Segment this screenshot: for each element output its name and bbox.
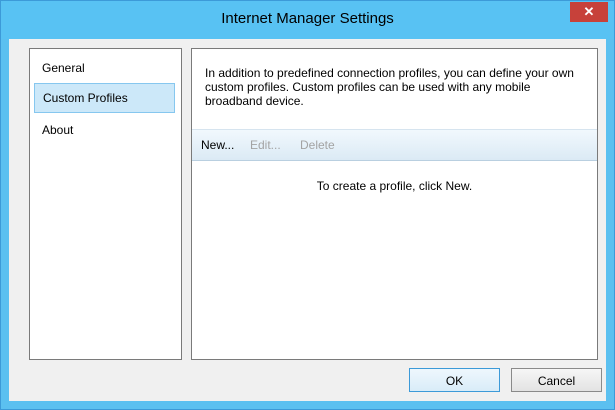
- nav-item-about[interactable]: About: [34, 115, 175, 145]
- nav-item-label: Custom Profiles: [43, 91, 128, 105]
- close-button[interactable]: ✕: [570, 2, 608, 22]
- panel-description: In addition to predefined connection pro…: [205, 66, 574, 108]
- close-icon: ✕: [583, 4, 595, 19]
- ok-button[interactable]: OK: [409, 368, 500, 392]
- nav-item-general[interactable]: General: [34, 53, 175, 83]
- dialog-body: General Custom Profiles About In additio…: [9, 39, 606, 401]
- cancel-button[interactable]: Cancel: [511, 368, 602, 392]
- window-title: Internet Manager Settings: [221, 10, 394, 27]
- settings-window: Internet Manager Settings ✕ General Cust…: [0, 0, 615, 410]
- title-bar[interactable]: Internet Manager Settings ✕: [1, 1, 614, 39]
- nav-item-custom-profiles[interactable]: Custom Profiles: [34, 83, 175, 113]
- delete-profile-button[interactable]: Delete: [300, 138, 335, 152]
- settings-nav: General Custom Profiles About: [29, 48, 182, 360]
- empty-profiles-message: To create a profile, click New.: [316, 179, 473, 193]
- profiles-toolbar: New... Edit... Delete: [192, 129, 597, 161]
- nav-item-label: About: [42, 123, 74, 137]
- custom-profiles-panel: In addition to predefined connection pro…: [191, 48, 598, 360]
- edit-profile-button[interactable]: Edit...: [250, 138, 281, 152]
- new-profile-button[interactable]: New...: [201, 138, 234, 152]
- nav-item-label: General: [42, 61, 85, 75]
